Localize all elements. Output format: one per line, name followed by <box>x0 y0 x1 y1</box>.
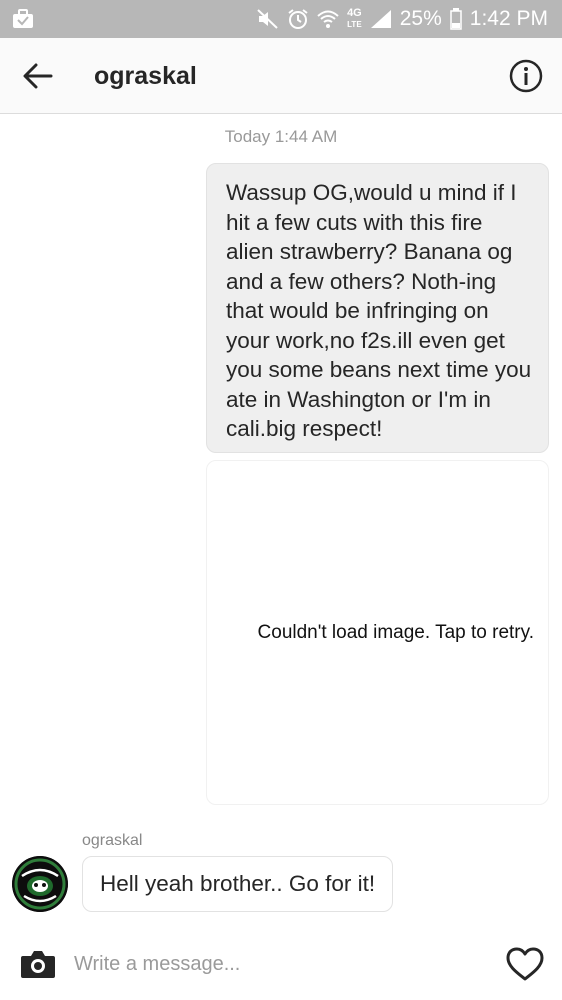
signal-icon <box>370 9 392 29</box>
conversation-header: ograskal <box>0 38 562 114</box>
like-button[interactable] <box>504 944 546 984</box>
outgoing-message-bubble[interactable]: Wassup OG,would u mind if I hit a few cu… <box>206 163 549 453</box>
status-right: 4G LTE 25% 1:42 PM <box>257 7 548 31</box>
mute-icon <box>257 9 279 29</box>
wifi-icon <box>317 9 339 29</box>
status-time: 1:42 PM <box>469 7 548 30</box>
alarm-icon <box>287 8 309 30</box>
briefcase-icon <box>12 9 34 29</box>
back-button[interactable] <box>20 58 56 94</box>
status-left <box>12 9 34 29</box>
info-button[interactable] <box>508 58 544 94</box>
status-bar: 4G LTE 25% 1:42 PM <box>0 0 562 38</box>
image-error-text: Couldn't load image. Tap to retry. <box>257 621 534 643</box>
conversation-title[interactable]: ograskal <box>94 58 197 94</box>
network-type-label: 4G LTE <box>347 8 362 30</box>
avatar[interactable] <box>12 856 68 912</box>
sender-name: ograskal <box>82 832 143 849</box>
battery-percent: 25% <box>399 7 442 30</box>
arrow-left-icon <box>23 63 53 89</box>
network-type: 4G <box>347 7 362 19</box>
message-input[interactable] <box>74 947 474 981</box>
camera-button[interactable] <box>18 945 58 983</box>
camera-icon <box>21 951 55 978</box>
message-composer <box>0 930 562 1000</box>
battery-icon <box>450 8 462 30</box>
image-message-retry[interactable]: Couldn't load image. Tap to retry. <box>206 460 549 805</box>
avatar-logo-icon <box>12 856 68 912</box>
network-sub: LTE <box>347 20 362 29</box>
message-timestamp: Today 1:44 AM <box>0 127 562 147</box>
incoming-message-bubble[interactable]: Hell yeah brother.. Go for it! <box>82 856 394 912</box>
timestamp-text: Today 1:44 AM <box>224 127 338 146</box>
heart-icon <box>506 947 544 981</box>
info-icon <box>509 59 543 93</box>
